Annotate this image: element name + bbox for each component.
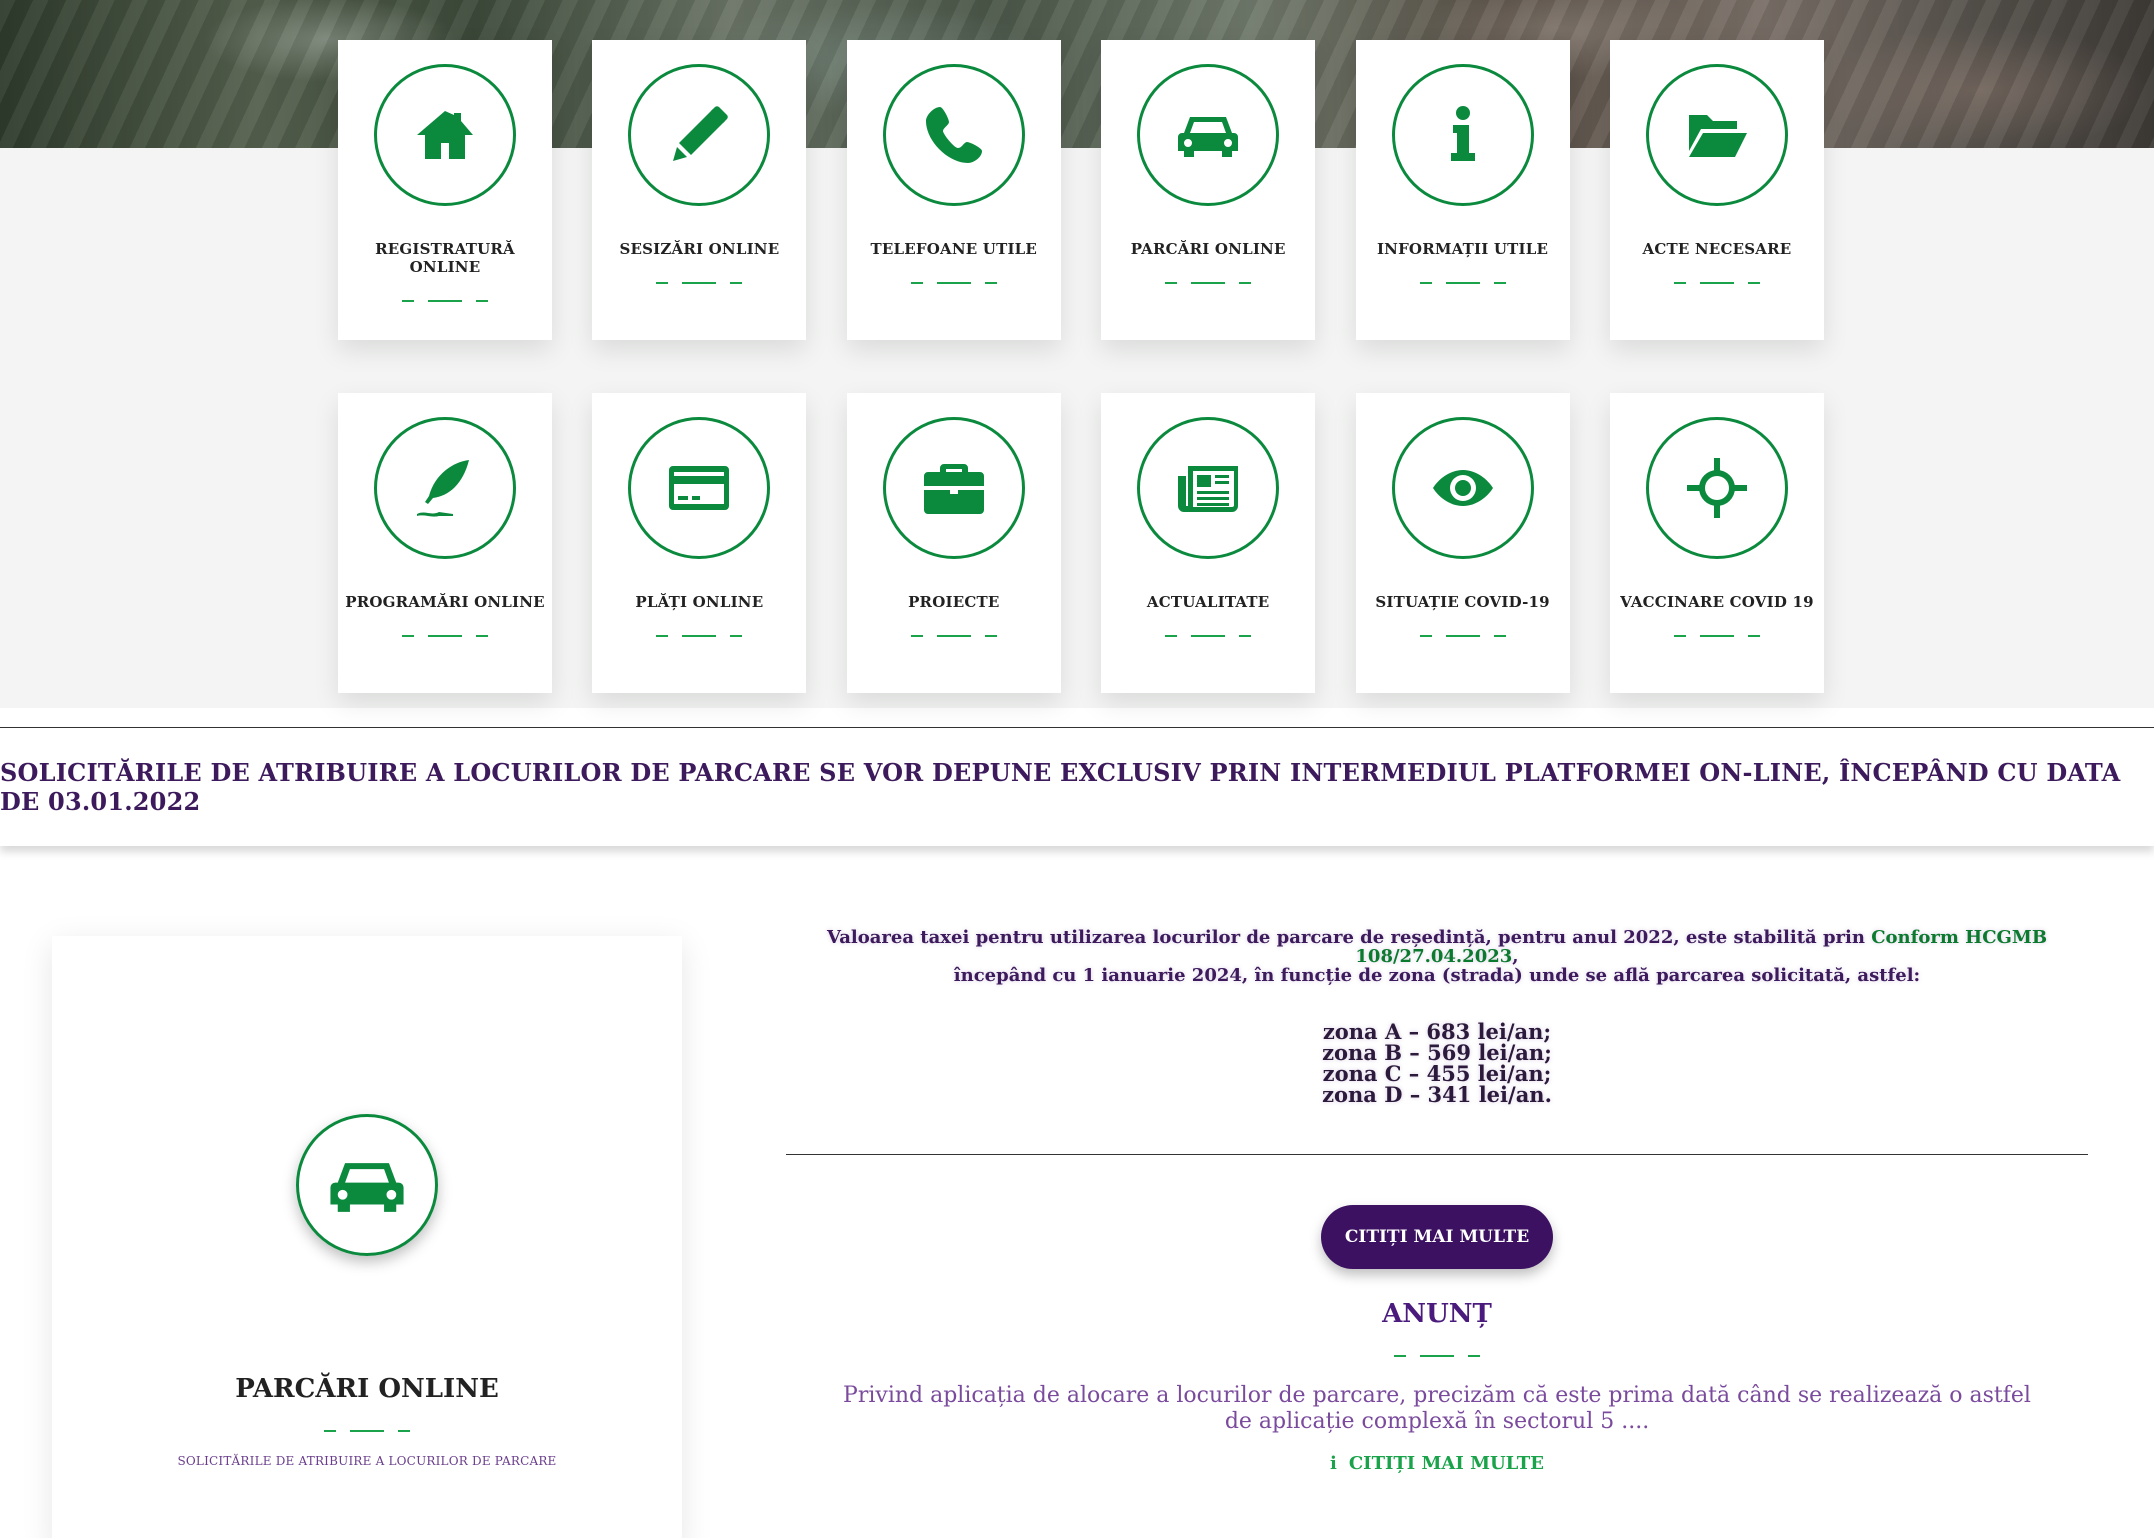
read-more-label: CITIȚI MAI MULTE [1348,1453,1544,1474]
announcement-read-more-link[interactable]: i CITIȚI MAI MULTE [786,1453,2088,1474]
separator [324,1430,410,1432]
separator [1419,635,1506,637]
separator [1673,282,1760,284]
announcement-text: Privind aplicația de alocare a locurilor… [843,1383,2031,1434]
tile-icon-circle [628,64,771,206]
tile-icon-circle [1645,64,1788,206]
fee-text-line2: începând cu 1 ianuarie 2024, în funcție … [953,965,1921,986]
tile-label: PROIECTE [908,593,1000,611]
tile-situatie-covid-19[interactable]: SITUAȚIE COVID-19 [1355,393,1570,693]
separator [910,635,997,637]
tile-label: PROGRAMĂRI ONLINE [345,593,545,611]
tile-icon-circle [628,417,771,559]
briefcase-icon [923,464,984,514]
banner-text: SOLICITĂRILE DE ATRIBUIRE A LOCURILOR DE… [0,758,2121,816]
read-more-button[interactable]: CITIȚI MAI MULTE [1321,1205,1553,1269]
separator [656,635,743,637]
feather-icon [417,460,469,517]
fee-text-comma: , [1512,946,1519,967]
tile-actualitate[interactable]: ACTUALITATE [1101,393,1316,693]
info-icon [1450,106,1475,161]
eye-icon [1432,470,1493,506]
tile-label: SITUAȚIE COVID-19 [1375,593,1550,611]
newspaper-icon [1178,466,1239,512]
card-subtitle: SOLICITĂRILE DE ATRIBUIRE A LOCURILOR DE… [177,1454,557,1468]
card-icon-circle [296,1114,438,1256]
separator [1165,282,1252,284]
divider [786,1154,2088,1155]
tile-label: SESIZĂRI ONLINE [619,240,780,258]
parcari-online-card[interactable]: PARCĂRI ONLINE SOLICITĂRILE DE ATRIBUIRE… [52,936,682,1538]
tile-acte-necesare[interactable]: ACTE NECESARE [1609,40,1824,340]
tile-icon-circle [1391,64,1534,206]
separator [402,635,488,637]
zone-item: zona B – 569 lei/an; [1322,1040,1552,1065]
tile-programari-online[interactable]: PROGRAMĂRI ONLINE [338,393,552,693]
info-icon: i [1330,1453,1337,1474]
tile-label: VACCINARE COVID 19 [1620,593,1814,611]
tile-icon-circle [1645,417,1788,559]
zone-list: zona A – 683 lei/an; zona B – 569 lei/an… [786,1021,2088,1105]
home-icon [417,111,473,159]
fee-text: Valoarea taxei pentru utilizarea locuril… [786,928,2088,985]
separator [1419,282,1506,284]
announcement-banner: SOLICITĂRILE DE ATRIBUIRE A LOCURILOR DE… [0,728,2154,846]
tile-telefoane-utile[interactable]: TELEFOANE UTILE [846,40,1061,340]
tile-label: REGISTRATURĂ ONLINE [375,240,515,276]
separator [786,1355,2088,1357]
separator [656,282,743,284]
pencil-icon [673,106,729,161]
tile-label: TELEFOANE UTILE [870,240,1038,258]
phone-icon [925,107,982,163]
tile-plati-online[interactable]: PLĂȚI ONLINE [592,393,807,693]
tile-registratura-online[interactable]: REGISTRATURĂ ONLINE [338,40,552,340]
tile-label: PLĂȚI ONLINE [635,593,764,611]
tile-icon-circle [1137,417,1280,559]
tile-icon-circle [1391,417,1534,559]
tile-vaccinare-covid-19[interactable]: VACCINARE COVID 19 [1609,393,1824,693]
parking-info-section: Valoarea taxei pentru utilizarea locuril… [786,928,2088,1474]
car-icon [1178,117,1239,157]
folder-open-icon [1688,115,1747,157]
separator [1165,635,1252,637]
quick-links-grid: REGISTRATURĂ ONLINE SESIZĂRI ONLINE TELE… [338,40,1824,693]
zone-item: zona A – 683 lei/an; [1322,1019,1552,1044]
car-icon [330,1163,404,1212]
tile-sesizari-online[interactable]: SESIZĂRI ONLINE [592,40,807,340]
card-title: PARCĂRI ONLINE [235,1374,499,1404]
zone-item: zona D – 341 lei/an. [1322,1082,1552,1107]
crosshair-icon [1686,458,1747,518]
tile-icon-circle [374,64,516,206]
tile-label: ACTUALITATE [1146,593,1270,611]
announcement-title: ANUNȚ [1382,1299,1492,1329]
separator [1673,635,1760,637]
tile-label: ACTE NECESARE [1642,240,1792,258]
fee-text-line1: Valoarea taxei pentru utilizarea locuril… [826,927,1872,948]
separator [402,300,488,302]
credit-card-icon [669,466,730,510]
tile-icon-circle [882,417,1025,559]
separator [910,282,997,284]
tile-informatii-utile[interactable]: INFORMAȚII UTILE [1355,40,1570,340]
zone-item: zona C – 455 lei/an; [1322,1061,1552,1086]
tile-label: PARCĂRI ONLINE [1130,240,1286,258]
tile-parcari-online[interactable]: PARCĂRI ONLINE [1101,40,1316,340]
tile-icon-circle [882,64,1025,206]
tile-proiecte[interactable]: PROIECTE [846,393,1061,693]
tile-icon-circle [1137,64,1280,206]
tile-label: INFORMAȚII UTILE [1376,240,1549,258]
tile-icon-circle [374,417,516,559]
